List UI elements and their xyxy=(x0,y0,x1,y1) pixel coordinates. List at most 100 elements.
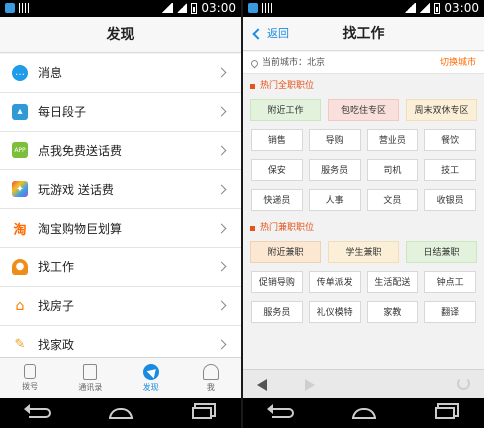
job-button[interactable]: 生活配送 xyxy=(366,271,419,293)
menu-item-label: 每日段子 xyxy=(38,105,87,120)
location-pin-icon xyxy=(249,58,260,68)
menu-item-taobao[interactable]: 淘 淘宝购物巨划算 xyxy=(0,209,241,248)
bullet-icon xyxy=(250,83,255,89)
chevron-right-icon xyxy=(216,339,227,350)
job-button[interactable]: 文员 xyxy=(366,189,419,211)
back-icon[interactable] xyxy=(267,404,295,418)
menu-item-messages[interactable]: … 消息 xyxy=(0,54,241,93)
menu-item-label: 玩游戏 送话费 xyxy=(38,182,114,197)
status-time: 03:00 xyxy=(444,1,479,15)
job-button[interactable]: 营业员 xyxy=(366,129,419,151)
back-label: 返回 xyxy=(267,27,289,40)
fulltime-hot-row: 附近工作 包吃住专区 周末双休专区 xyxy=(243,99,484,121)
menu-item-daily-jokes[interactable]: ▴ 每日段子 xyxy=(0,92,241,132)
tab-me[interactable]: 我 xyxy=(181,358,241,398)
section-title-text: 热门兼职职位 xyxy=(260,223,315,233)
job-button[interactable]: 家教 xyxy=(366,301,419,323)
refresh-icon[interactable] xyxy=(457,377,470,390)
job-button[interactable]: 翻译 xyxy=(424,301,476,323)
current-city: 当前城市：北京 xyxy=(249,52,326,74)
switch-city-link[interactable]: 切换城市 xyxy=(440,52,476,74)
discover-icon xyxy=(142,363,159,380)
job-button[interactable]: 餐饮 xyxy=(424,129,476,151)
job-button[interactable]: 钟点工 xyxy=(424,271,476,293)
app-icon: APP xyxy=(12,142,28,159)
job-button[interactable]: 服务员 xyxy=(251,301,303,323)
tab-label: 我 xyxy=(206,382,215,392)
arrow-right-icon[interactable] xyxy=(305,379,315,391)
house-icon: ⌂ xyxy=(15,297,25,314)
chevron-right-icon xyxy=(216,145,227,156)
current-city-text: 当前城市：北京 xyxy=(262,58,326,68)
tab-label: 发现 xyxy=(142,382,159,392)
menu-item-free-credit[interactable]: APP 点我免费送话费 xyxy=(0,131,241,171)
menu-item-label: 点我免费送话费 xyxy=(38,143,123,158)
menu-item-find-job[interactable]: ● 找工作 xyxy=(0,247,241,287)
page-title: 发现 xyxy=(0,17,241,53)
job-button[interactable]: 人事 xyxy=(308,189,361,211)
chevron-left-icon xyxy=(252,28,264,40)
me-icon xyxy=(202,363,219,380)
tab-dial[interactable]: 拨号 xyxy=(0,358,60,398)
parttime-section-title: 热门兼职职位 xyxy=(243,217,484,239)
picture-icon: ▴ xyxy=(12,103,28,120)
menu-item-play-games[interactable]: ✦ 玩游戏 送话费 xyxy=(0,170,241,210)
bottom-tab-bar: 拨号 通讯录 发现 我 xyxy=(0,357,241,398)
tab-discover[interactable]: 发现 xyxy=(121,358,181,398)
find-job-screen: 03:00 返回 找工作 当前城市：北京 切换城市 热门全职职位 附近工作 包吃… xyxy=(243,0,484,428)
chevron-right-icon xyxy=(216,184,227,195)
job-button[interactable]: 收银员 xyxy=(424,189,476,211)
arrow-left-icon[interactable] xyxy=(257,379,267,391)
worker-icon: ● xyxy=(12,258,28,275)
recent-apps-icon[interactable] xyxy=(191,407,212,419)
signal-icon xyxy=(177,3,188,13)
discover-screen: 03:00 发现 … 消息 ▴ 每日段子 APP 点我免费送话费 ✦ 玩游戏 送… xyxy=(0,0,241,428)
job-button[interactable]: 传单派发 xyxy=(308,271,361,293)
hot-category-button[interactable]: 周末双休专区 xyxy=(406,99,477,121)
phone-icon xyxy=(24,364,37,379)
job-button[interactable]: 司机 xyxy=(366,159,419,181)
tab-label: 拨号 xyxy=(22,382,39,391)
menu-item-label: 找房子 xyxy=(38,299,75,314)
app-notification-icon xyxy=(5,3,15,13)
hot-category-button[interactable]: 包吃住专区 xyxy=(328,99,399,121)
job-button[interactable]: 导购 xyxy=(308,129,361,151)
menu-item-label: 淘宝购物巨划算 xyxy=(38,221,123,236)
section-title-text: 热门全职职位 xyxy=(260,81,315,91)
home-icon[interactable] xyxy=(352,407,377,419)
job-button[interactable]: 服务员 xyxy=(308,159,361,181)
barcode-notification-icon xyxy=(19,3,29,13)
hot-category-button[interactable]: 附近兼职 xyxy=(250,241,321,263)
discover-menu: … 消息 ▴ 每日段子 APP 点我免费送话费 ✦ 玩游戏 送话费 淘 淘宝购物… xyxy=(0,54,241,365)
job-button[interactable]: 快递员 xyxy=(251,189,303,211)
job-button[interactable]: 技工 xyxy=(424,159,476,181)
wifi-icon xyxy=(404,3,417,13)
chevron-right-icon xyxy=(216,261,227,272)
back-button[interactable]: 返回 xyxy=(251,17,289,51)
job-button[interactable]: 礼仪模特 xyxy=(308,301,361,323)
tab-contacts[interactable]: 通讯录 xyxy=(60,358,120,398)
hot-category-button[interactable]: 学生兼职 xyxy=(328,241,399,263)
city-bar: 当前城市：北京 切换城市 xyxy=(243,52,484,74)
parttime-hot-row: 附近兼职 学生兼职 日结兼职 xyxy=(243,241,484,263)
back-icon[interactable] xyxy=(24,404,52,418)
job-button[interactable]: 促销导购 xyxy=(251,271,303,293)
barcode-notification-icon xyxy=(262,3,272,13)
chevron-right-icon xyxy=(216,67,227,78)
battery-icon xyxy=(191,2,198,14)
hot-category-button[interactable]: 附近工作 xyxy=(250,99,321,121)
app-notification-icon xyxy=(248,3,258,13)
job-button[interactable]: 保安 xyxy=(251,159,303,181)
game-icon: ✦ xyxy=(12,181,28,198)
hot-category-button[interactable]: 日结兼职 xyxy=(406,241,477,263)
home-icon[interactable] xyxy=(109,407,134,419)
menu-item-find-house[interactable]: ⌂ 找房子 xyxy=(0,286,241,326)
status-time: 03:00 xyxy=(201,1,236,15)
job-button[interactable]: 销售 xyxy=(251,129,303,151)
taobao-icon: 淘 xyxy=(13,222,27,238)
android-nav-bar xyxy=(0,398,241,428)
status-bar: 03:00 xyxy=(243,0,484,17)
recent-apps-icon[interactable] xyxy=(434,407,455,419)
tab-label: 通讯录 xyxy=(78,382,103,392)
chevron-right-icon xyxy=(216,106,227,117)
